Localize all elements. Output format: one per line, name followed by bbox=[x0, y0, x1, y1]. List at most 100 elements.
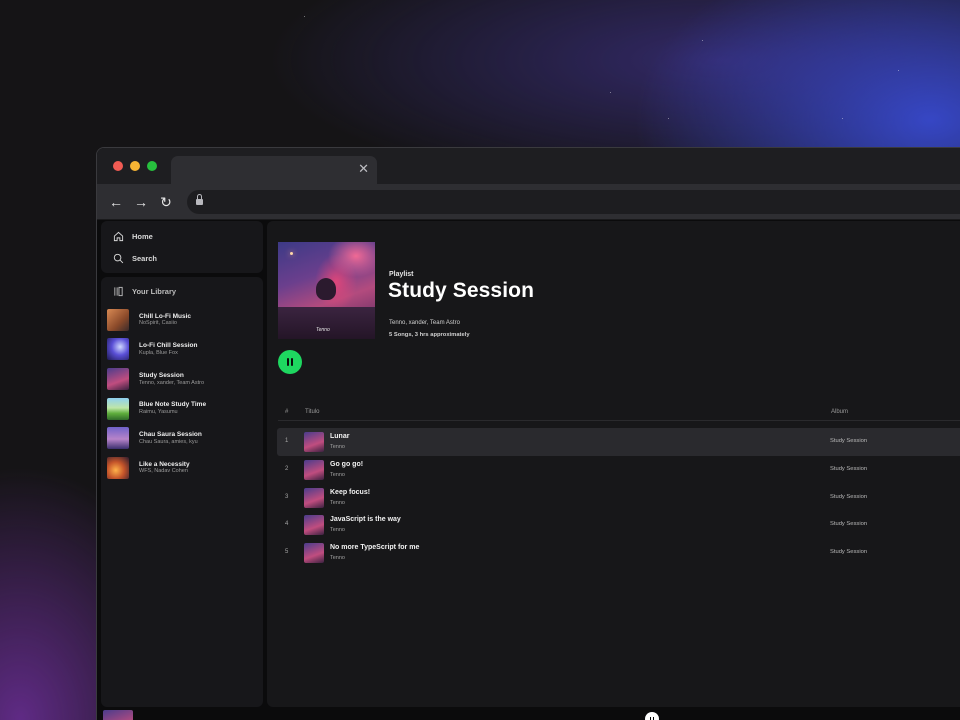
item-title: Blue Note Study Time bbox=[139, 401, 207, 409]
playlist-type: Playlist bbox=[389, 271, 414, 278]
window-maximize-dot[interactable] bbox=[147, 161, 157, 171]
item-title: Chau Saura Session bbox=[139, 430, 202, 438]
list-item[interactable]: Like a Necessity WFS, Nadav Cohen bbox=[107, 453, 257, 483]
table-row[interactable]: 3 Keep focus! Tenno Study Session bbox=[277, 484, 960, 512]
cover-figure bbox=[316, 278, 336, 300]
playlist-meta: 5 Songs, 3 hrs approximately bbox=[389, 332, 470, 338]
item-subtitle: Kupla, Blue Fox bbox=[139, 349, 178, 356]
col-number: # bbox=[285, 409, 289, 415]
address-bar[interactable] bbox=[187, 190, 960, 214]
track-cover bbox=[304, 459, 324, 480]
reload-icon[interactable]: ↻ bbox=[157, 193, 175, 211]
nav-home-label: Home bbox=[132, 232, 153, 241]
track-artist[interactable]: Tenno bbox=[330, 444, 345, 450]
now-playing-cover[interactable] bbox=[103, 710, 133, 720]
item-subtitle: WFS, Nadav Cohen bbox=[139, 468, 188, 475]
track-number: 4 bbox=[285, 521, 289, 528]
nav-home[interactable]: Home bbox=[113, 231, 153, 242]
track-table-header: # Titulo Album bbox=[278, 407, 960, 421]
item-subtitle: Raimu, Yasumu bbox=[139, 409, 178, 416]
track-artist[interactable]: Tenno bbox=[330, 472, 345, 478]
browser-toolbar: ← → ↻ bbox=[97, 184, 960, 220]
playlist-cover bbox=[107, 397, 129, 420]
track-cover bbox=[304, 432, 324, 452]
tab-bar: ✕ bbox=[97, 148, 960, 184]
star bbox=[610, 92, 611, 93]
lock-icon bbox=[196, 194, 203, 205]
playlist-cover bbox=[107, 338, 129, 361]
player-bar bbox=[97, 708, 960, 720]
library-header[interactable]: Your Library bbox=[113, 286, 176, 297]
player-pause-button[interactable] bbox=[645, 712, 659, 720]
item-title: Lo-Fi Chill Session bbox=[139, 342, 198, 350]
playlist-cover bbox=[107, 456, 129, 479]
playlist-cover bbox=[107, 367, 129, 390]
nav-search-label: Search bbox=[132, 254, 158, 263]
track-title: Lunar bbox=[330, 433, 350, 440]
list-item[interactable]: Lo-Fi Chill Session Kupla, Blue Fox bbox=[107, 335, 257, 365]
track-cover bbox=[304, 515, 324, 536]
list-item[interactable]: Chau Saura Session Chau Saura, amies, kyu bbox=[107, 423, 257, 453]
library-icon bbox=[114, 286, 123, 297]
back-icon[interactable]: ← bbox=[107, 193, 125, 211]
track-number: 5 bbox=[285, 549, 289, 556]
track-title: JavaScript is the way bbox=[330, 516, 401, 524]
track-artist[interactable]: Tenno bbox=[330, 527, 345, 533]
browser-tab[interactable]: ✕ bbox=[171, 156, 377, 184]
col-title[interactable]: Titulo bbox=[305, 409, 319, 415]
browser-window: ✕ ← → ↻ Home Search Your Library Chill L… bbox=[96, 147, 960, 720]
track-album[interactable]: Study Session bbox=[830, 466, 867, 472]
item-title: Study Session bbox=[139, 371, 184, 379]
track-artist[interactable]: Tenno bbox=[330, 500, 345, 506]
list-item[interactable]: Blue Note Study Time Raimu, Yasumu bbox=[107, 394, 257, 424]
main-panel: Tenno Playlist Study Session Tenno, xand… bbox=[267, 221, 960, 707]
list-item[interactable]: Study Session Tenno, xander, Team Astro bbox=[107, 364, 257, 394]
lamp-light bbox=[290, 252, 293, 255]
track-title: Keep focus! bbox=[330, 488, 371, 496]
page-title: Study Session bbox=[388, 279, 535, 302]
track-album[interactable]: Study Session bbox=[830, 438, 867, 444]
track-cover bbox=[304, 487, 324, 508]
library-title: Your Library bbox=[132, 287, 177, 296]
star bbox=[842, 118, 843, 119]
col-album[interactable]: Album bbox=[831, 409, 848, 415]
item-subtitle: NoSpirit, Casiio bbox=[139, 320, 177, 327]
star bbox=[898, 70, 899, 71]
pause-button[interactable] bbox=[278, 350, 302, 374]
cover-signature: Tenno bbox=[316, 327, 330, 333]
list-item[interactable]: Chill Lo-Fi Music NoSpirit, Casiio bbox=[107, 305, 257, 335]
playlist-artists: Tenno, xander, Team Astro bbox=[389, 320, 460, 326]
track-album[interactable]: Study Session bbox=[830, 549, 867, 555]
cover-desk bbox=[278, 307, 375, 339]
playlist-cover-art: Tenno bbox=[278, 242, 375, 339]
playlist-cover bbox=[107, 308, 129, 331]
track-number: 2 bbox=[285, 465, 289, 472]
track-title: No more TypeScript for me bbox=[330, 544, 420, 552]
library-list: Chill Lo-Fi Music NoSpirit, Casiio Lo-Fi … bbox=[107, 305, 257, 483]
item-subtitle: Chau Saura, amies, kyu bbox=[139, 438, 198, 445]
search-icon bbox=[113, 253, 124, 264]
star bbox=[304, 16, 305, 17]
playlist-cover bbox=[107, 427, 129, 450]
forward-icon[interactable]: → bbox=[132, 193, 150, 211]
table-row[interactable]: 2 Go go go! Tenno Study Session bbox=[277, 456, 960, 484]
home-icon bbox=[113, 231, 124, 242]
track-title: Go go go! bbox=[330, 460, 364, 468]
track-artist[interactable]: Tenno bbox=[330, 555, 345, 561]
app-area: Home Search Your Library Chill Lo-Fi Mus… bbox=[97, 220, 960, 720]
pause-icon bbox=[649, 716, 652, 720]
window-close-dot[interactable] bbox=[113, 161, 123, 171]
pause-icon-bar bbox=[652, 716, 655, 720]
nav-search[interactable]: Search bbox=[113, 253, 157, 264]
table-row[interactable]: 1 Lunar Tenno Study Session bbox=[277, 428, 960, 456]
window-minimize-dot[interactable] bbox=[130, 161, 140, 171]
table-row[interactable]: 4 JavaScript is the way Tenno Study Sess… bbox=[277, 511, 960, 539]
pause-icon bbox=[287, 358, 289, 366]
item-title: Chill Lo-Fi Music bbox=[139, 312, 191, 320]
star bbox=[668, 118, 669, 119]
item-subtitle: Tenno, xander, Team Astro bbox=[139, 379, 205, 386]
table-row[interactable]: 5 No more TypeScript for me Tenno Study … bbox=[277, 539, 960, 567]
track-album[interactable]: Study Session bbox=[830, 494, 867, 500]
tab-close-icon[interactable]: ✕ bbox=[358, 162, 369, 176]
track-album[interactable]: Study Session bbox=[830, 521, 867, 527]
